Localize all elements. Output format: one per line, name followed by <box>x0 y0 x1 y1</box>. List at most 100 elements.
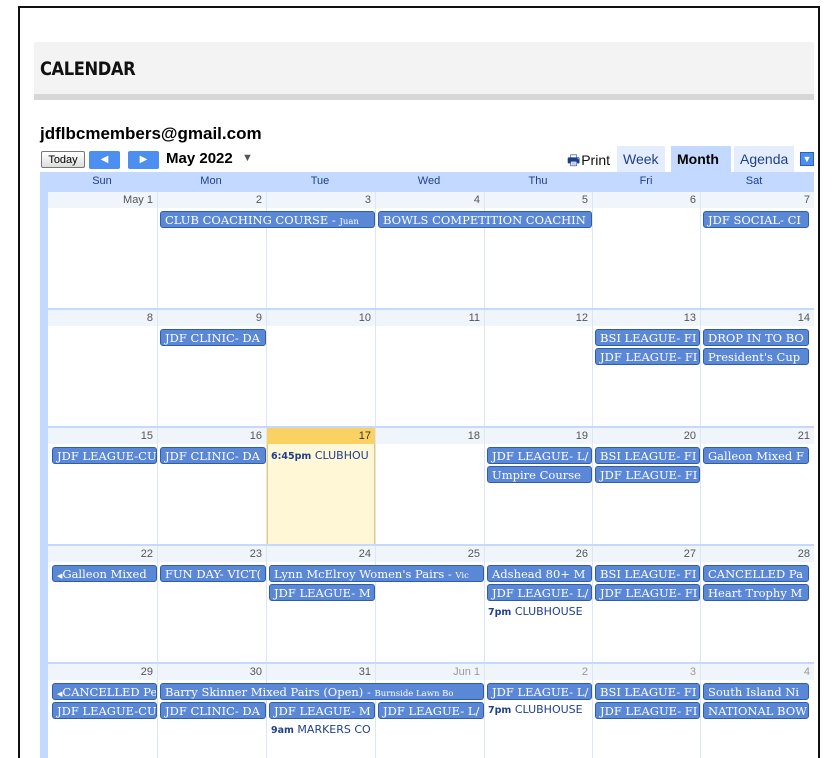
grid-line <box>700 310 701 426</box>
day-number[interactable]: 30 <box>158 664 266 680</box>
tab-month[interactable]: Month <box>671 146 731 172</box>
grid-line <box>375 192 376 308</box>
event-title: CLUBHOUSE <box>514 605 583 618</box>
calendar-event[interactable]: DROP IN TO BO <box>703 329 809 346</box>
calendar-event[interactable]: JDF SOCIAL- CI <box>703 211 809 228</box>
day-number[interactable]: 26 <box>485 546 592 562</box>
day-number[interactable]: 4 <box>376 192 484 208</box>
day-number[interactable]: 20 <box>593 428 700 444</box>
day-number[interactable]: 2 <box>158 192 266 208</box>
calendar-event[interactable]: Heart Trophy M <box>703 584 809 601</box>
day-number[interactable]: 31 <box>267 664 375 680</box>
calendar-event[interactable]: Barry Skinner Mixed Pairs (Open) - Burns… <box>160 683 484 700</box>
day-number[interactable]: 12 <box>485 310 592 326</box>
day-number[interactable]: 3 <box>267 192 375 208</box>
calendar-event[interactable]: JDF CLINIC- DA <box>160 447 266 464</box>
calendar-event[interactable]: JDF LEAGUE-CU <box>52 702 157 719</box>
day-number[interactable]: 4 <box>701 664 814 680</box>
calendar-event[interactable]: JDF LEAGUE- M <box>269 702 375 719</box>
day-number[interactable]: 19 <box>485 428 592 444</box>
timed-event[interactable]: 7pm CLUBHOUSE <box>485 702 594 718</box>
calendar-event[interactable]: JDF LEAGUE- L/ <box>378 702 484 719</box>
weekday-sun: Sun <box>92 175 112 187</box>
print-label: Print <box>581 152 611 168</box>
day-number[interactable]: 28 <box>701 546 814 562</box>
calendar-event[interactable]: Umpire Course <box>487 466 592 483</box>
day-number[interactable]: 21 <box>701 428 814 444</box>
day-number[interactable]: 6 <box>593 192 700 208</box>
calendar-event[interactable]: NATIONAL BOW <box>703 702 809 719</box>
page-header: CALENDAR <box>34 42 814 100</box>
day-number[interactable]: 11 <box>376 310 484 326</box>
day-number[interactable]: 27 <box>593 546 700 562</box>
day-number[interactable]: 7 <box>701 192 814 208</box>
day-number[interactable]: 24 <box>267 546 375 562</box>
tab-week[interactable]: Week <box>617 146 665 172</box>
calendar-event[interactable]: JDF LEAGUE- M <box>269 584 375 601</box>
day-number[interactable]: 25 <box>376 546 484 562</box>
next-month-button[interactable]: ▶ <box>128 151 159 169</box>
calendar-event[interactable]: JDF LEAGUE- FI <box>595 702 700 719</box>
calendar-event[interactable]: BSI LEAGUE- FI <box>595 447 700 464</box>
calendar-event[interactable]: JDF CLINIC- DA <box>160 702 266 719</box>
day-number[interactable]: 29 <box>48 664 157 680</box>
day-number-today[interactable]: 17 <box>267 428 375 444</box>
calendar-event[interactable]: JDF LEAGUE- FI <box>595 584 700 601</box>
calendar-event[interactable]: JDF LEAGUE- L/ <box>487 447 592 464</box>
grid-line <box>484 310 485 426</box>
current-month[interactable]: May 2022 <box>166 150 233 167</box>
print-link[interactable]: 🖶Print <box>567 150 610 174</box>
week-row: 22 23 24 25 26 27 28 ◀Galleon Mixed FUN … <box>48 546 814 662</box>
calendar-event[interactable]: BOWLS COMPETITION COACHIN <box>378 211 592 228</box>
day-number[interactable]: 16 <box>158 428 266 444</box>
calendar-event[interactable]: President's Cup <box>703 348 809 365</box>
prev-month-button[interactable]: ◀ <box>89 151 120 169</box>
calendar-event[interactable]: BSI LEAGUE- FI <box>595 565 700 582</box>
timed-event[interactable]: 6:45pm CLUBHOU <box>268 448 377 464</box>
calendar-event[interactable]: JDF LEAGUE- FI <box>595 466 700 483</box>
calendar-event[interactable]: South Island Ni <box>703 683 809 700</box>
day-number[interactable]: 9 <box>158 310 266 326</box>
calendar-event[interactable]: BSI LEAGUE- FI <box>595 329 700 346</box>
calendar-event[interactable]: JDF CLINIC- DA <box>160 329 266 346</box>
day-number[interactable]: 3 <box>593 664 700 680</box>
timed-event[interactable]: 7pm CLUBHOUSE <box>485 604 594 620</box>
day-number[interactable]: 14 <box>701 310 814 326</box>
day-number[interactable]: 23 <box>158 546 266 562</box>
calendar-event[interactable]: CANCELLED Pa <box>703 565 809 582</box>
weekday-sat: Sat <box>745 175 763 187</box>
day-number[interactable]: 13 <box>593 310 700 326</box>
calendar-event[interactable]: FUN DAY- VICT( <box>160 565 266 582</box>
calendar-event[interactable]: JDF LEAGUE- L/ <box>487 683 592 700</box>
calendar-event-continued[interactable]: ◀Galleon Mixed <box>52 565 157 582</box>
calendar-event-continued[interactable]: ◀CANCELLED Pe <box>52 683 157 700</box>
calendar-event[interactable]: JDF LEAGUE- FI <box>595 348 700 365</box>
view-menu-button[interactable]: ▼ <box>800 152 814 166</box>
event-title: Galleon Mixed <box>62 567 147 581</box>
calendar-event[interactable]: Galleon Mixed F <box>703 447 809 464</box>
day-number[interactable]: 15 <box>48 428 157 444</box>
chevron-down-icon: ▼ <box>802 154 812 164</box>
calendar-event[interactable]: CLUB COACHING COURSE - Juan <box>160 211 375 228</box>
grid-line <box>700 428 701 544</box>
tab-agenda[interactable]: Agenda <box>734 146 795 172</box>
day-number[interactable]: 18 <box>376 428 484 444</box>
chevron-down-icon[interactable]: ▼ <box>242 152 253 164</box>
day-number[interactable]: May 1 <box>48 192 157 208</box>
calendar-event[interactable]: JDF LEAGUE-CU <box>52 447 157 464</box>
day-number[interactable]: 5 <box>485 192 592 208</box>
calendar-event[interactable]: BSI LEAGUE- FI <box>595 683 700 700</box>
calendar-event[interactable]: Adshead 80+ M <box>487 565 592 582</box>
day-number[interactable]: 8 <box>48 310 157 326</box>
grid-line <box>484 428 485 544</box>
timed-event[interactable]: 9am MARKERS CO <box>268 722 377 738</box>
event-time: 7pm <box>488 705 512 716</box>
day-number[interactable]: 22 <box>48 546 157 562</box>
calendar-event[interactable]: Lynn McElroy Women's Pairs - Vic <box>269 565 484 582</box>
day-number[interactable]: Jun 1 <box>376 664 484 680</box>
day-number[interactable]: 2 <box>485 664 592 680</box>
calendar-event[interactable]: JDF LEAGUE- L/ <box>487 584 592 601</box>
day-number[interactable]: 10 <box>267 310 375 326</box>
today-button[interactable]: Today <box>41 151 85 168</box>
event-location: Juan <box>339 217 359 227</box>
